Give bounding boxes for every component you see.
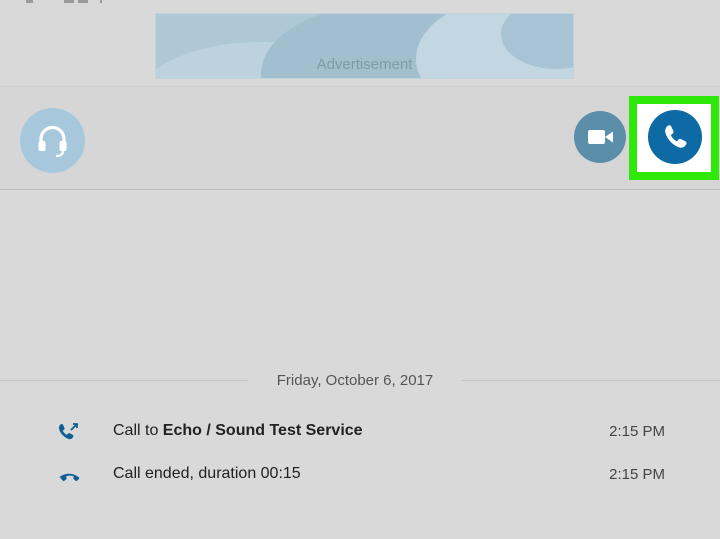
call-log-text: Call ended, duration 00:15: [113, 465, 301, 482]
ad-label: Advertisement: [316, 56, 413, 73]
headset-button[interactable]: [20, 108, 85, 173]
call-contact-name[interactable]: Echo / Sound Test Service: [163, 422, 363, 439]
call-button-highlight: [629, 96, 719, 180]
phone-icon: [665, 125, 687, 148]
top-strip: [0, 0, 720, 6]
audio-call-button[interactable]: [648, 110, 702, 164]
video-camera-icon: [588, 130, 613, 144]
video-call-button[interactable]: [574, 111, 626, 163]
date-separator: Friday, October 6, 2017: [0, 371, 720, 391]
headset-icon: [38, 125, 67, 158]
call-ended-icon: [59, 473, 80, 482]
call-log-entry: Call to Echo / Sound Test Service 2:15 P…: [0, 420, 720, 444]
call-log-time: 2:15 PM: [609, 466, 665, 483]
call-log-time: 2:15 PM: [609, 423, 665, 440]
advertisement-banner[interactable]: Advertisement: [155, 13, 574, 79]
conversation-date: Friday, October 6, 2017: [276, 372, 434, 389]
call-toolbar: [0, 86, 720, 190]
outgoing-call-icon: [58, 423, 78, 440]
call-log-entry: Call ended, duration 00:15 2:15 PM: [0, 463, 720, 487]
call-log-text: Call to Echo / Sound Test Service: [113, 422, 363, 439]
